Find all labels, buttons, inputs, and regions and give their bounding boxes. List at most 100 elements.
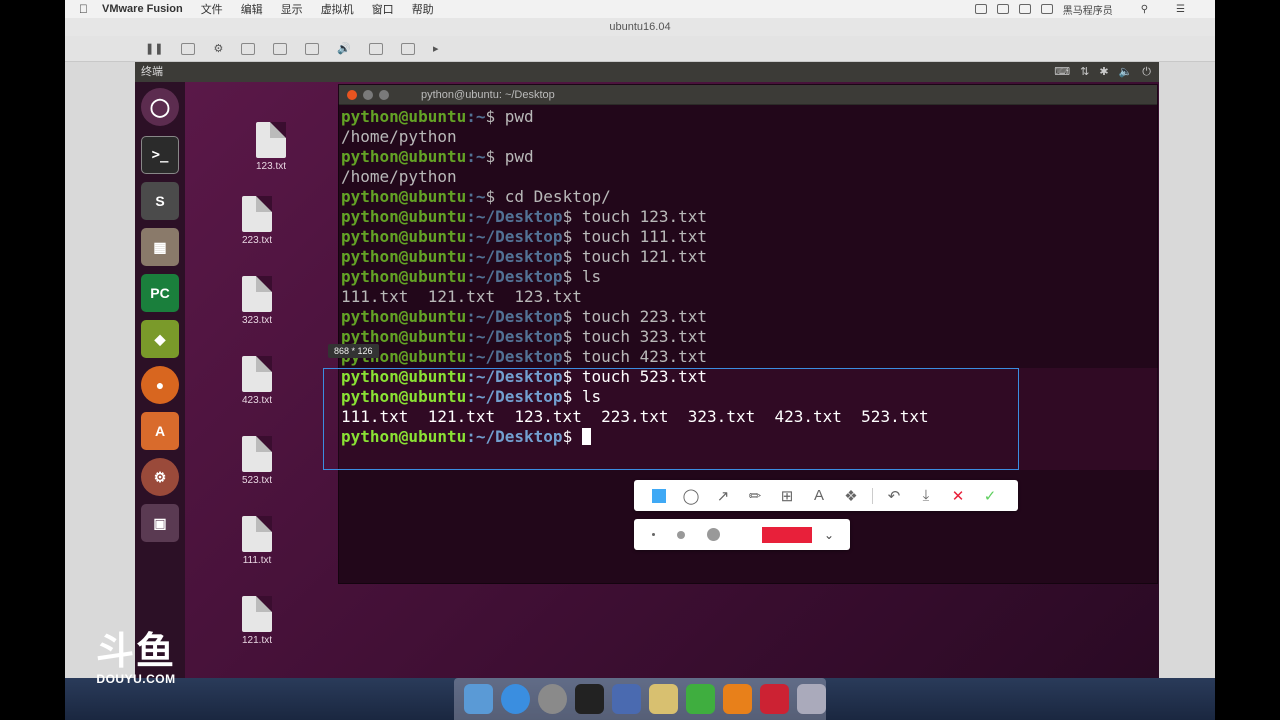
menu-window[interactable]: 窗口 xyxy=(372,1,394,17)
location-icon[interactable] xyxy=(996,4,1009,14)
menu-edit[interactable]: 编辑 xyxy=(241,1,263,17)
ellipse-icon[interactable]: ◯ xyxy=(680,485,702,507)
command-text: $ touch 223.txt xyxy=(562,307,708,326)
trash-icon[interactable] xyxy=(797,684,826,714)
sublime-icon[interactable]: S xyxy=(141,182,179,220)
vm-window-title: ubuntu16.04 xyxy=(65,18,1215,36)
sound-icon[interactable]: 🔊 xyxy=(337,42,351,55)
arrow-icon[interactable]: ↗ xyxy=(712,485,734,507)
vmware-status-icon[interactable] xyxy=(974,4,987,14)
size-medium-option[interactable] xyxy=(677,530,685,539)
archive-icon[interactable]: ◆ xyxy=(141,320,179,358)
pycharm-icon[interactable]: PC xyxy=(141,274,179,312)
desktop-file[interactable]: 323.txt xyxy=(227,276,287,326)
chevron-down-icon[interactable]: ⌄ xyxy=(824,528,834,542)
spotlight-icon[interactable]: ⚲ xyxy=(1141,4,1148,15)
desktop-file-label: 121.txt xyxy=(241,635,273,646)
prompt-path: :~/Desktop xyxy=(466,207,563,226)
disk-icon[interactable] xyxy=(273,42,288,55)
usb-icon[interactable] xyxy=(401,42,416,55)
color-swatch[interactable] xyxy=(762,526,812,543)
maximize-window-icon[interactable] xyxy=(379,90,389,100)
terminal-dock-icon[interactable] xyxy=(575,684,604,714)
undo-icon[interactable]: ↶ xyxy=(883,485,905,507)
desktop-file-label: 223.txt xyxy=(241,235,273,246)
settings-icon[interactable]: ⚙ xyxy=(213,42,223,55)
camera-icon[interactable] xyxy=(369,42,384,55)
prompt-user: python@ubuntu xyxy=(341,267,467,286)
terminal-line: python@ubuntu:~/Desktop$ touch 323.txt xyxy=(341,327,1157,347)
tag-icon[interactable]: ❖ xyxy=(840,485,862,507)
network-indicator-icon[interactable]: ⇅ xyxy=(1080,62,1089,82)
prompt-user: python@ubuntu xyxy=(341,307,467,326)
prompt-path: :~/Desktop xyxy=(466,327,563,346)
prompt-path: :~/Desktop xyxy=(466,247,563,266)
snapshot-icon[interactable] xyxy=(181,42,196,55)
workspaces-icon[interactable]: ▣ xyxy=(141,504,179,542)
menu-vm[interactable]: 虚拟机 xyxy=(321,1,354,17)
volume-icon[interactable]: 🔈 xyxy=(1119,62,1133,82)
pause-icon[interactable]: ❚❚ xyxy=(145,42,163,55)
vlc-icon[interactable] xyxy=(723,684,752,714)
apple-icon[interactable]:  xyxy=(79,2,88,16)
status-area: 黑马程序员 ⚲ ☰ xyxy=(974,0,1203,18)
desktop-file[interactable]: 223.txt xyxy=(227,196,287,246)
firefox-icon[interactable]: ● xyxy=(141,366,179,404)
text-icon[interactable]: A xyxy=(808,485,830,507)
brush-icon[interactable]: ✏ xyxy=(744,485,766,507)
dash-icon[interactable]: ◯ xyxy=(141,88,179,126)
safari-icon[interactable] xyxy=(501,684,530,714)
keyboard-icon[interactable]: ⌨ xyxy=(1054,62,1070,82)
menu-file[interactable]: 文件 xyxy=(201,1,223,17)
vmware-dock-icon[interactable] xyxy=(760,684,789,714)
terminal-titlebar[interactable]: python@ubuntu: ~/Desktop xyxy=(339,85,1157,105)
prompt-user: python@ubuntu xyxy=(341,227,467,246)
screenshot-selection[interactable] xyxy=(323,368,1019,470)
printer-icon[interactable] xyxy=(305,42,320,55)
launchpad-icon[interactable] xyxy=(538,684,567,714)
ubuntu-top-title: 终端 xyxy=(141,66,163,78)
desktop-file-label: 523.txt xyxy=(241,475,273,486)
terminal-launcher-icon[interactable]: >_ xyxy=(141,136,179,174)
terminal-line: python@ubuntu:~/Desktop$ ls xyxy=(341,267,1157,287)
size-small-option[interactable] xyxy=(652,533,655,536)
desktop-file[interactable]: 123.txt xyxy=(241,122,301,172)
system-settings-icon[interactable]: ⚙ xyxy=(141,458,179,496)
xmind-icon[interactable] xyxy=(686,684,715,714)
app-store-icon[interactable] xyxy=(612,684,641,714)
menu-app-name[interactable]: VMware Fusion xyxy=(102,3,183,15)
more-icon[interactable]: ▸ xyxy=(433,42,439,55)
rectangle-icon[interactable] xyxy=(648,485,670,507)
close-icon[interactable]: ✕ xyxy=(947,485,969,507)
desktop-file[interactable]: 111.txt xyxy=(227,516,287,566)
mosaic-icon[interactable]: ⊞ xyxy=(776,485,798,507)
power-icon[interactable]: ⏻ xyxy=(1142,62,1151,82)
desktop-file-label: 423.txt xyxy=(241,395,273,406)
close-window-icon[interactable] xyxy=(347,90,357,100)
mac-menubar:  VMware Fusion 文件 编辑 显示 虚拟机 窗口 帮助 黑马程序员… xyxy=(65,0,1215,18)
textedit-icon[interactable] xyxy=(649,684,678,714)
command-text: $ ls xyxy=(562,267,602,286)
download-icon[interactable]: ⤓ xyxy=(915,485,937,507)
menu-help[interactable]: 帮助 xyxy=(412,1,434,17)
network-icon[interactable] xyxy=(241,42,256,55)
minimize-window-icon[interactable] xyxy=(363,90,373,100)
software-center-icon[interactable]: A xyxy=(141,412,179,450)
bluetooth-icon[interactable]: ✱ xyxy=(1099,62,1108,82)
prompt-path: :~ xyxy=(466,187,486,206)
screenshot-icon[interactable] xyxy=(1018,4,1031,14)
command-text: $ pwd xyxy=(485,147,534,166)
confirm-icon[interactable]: ✓ xyxy=(979,485,1001,507)
size-large-option[interactable] xyxy=(707,528,720,541)
terminal-line: python@ubuntu:~/Desktop$ touch 423.txt xyxy=(341,347,1157,367)
menu-view[interactable]: 显示 xyxy=(281,1,303,17)
desktop-file[interactable]: 121.txt xyxy=(227,596,287,646)
desktop-file[interactable]: 423.txt xyxy=(227,356,287,406)
finder-icon[interactable] xyxy=(464,684,493,714)
terminal-line: python@ubuntu:~/Desktop$ touch 121.txt xyxy=(341,247,1157,267)
battery-icon[interactable] xyxy=(1040,4,1053,14)
files-icon[interactable]: ▦ xyxy=(141,228,179,266)
menubar-user[interactable]: 黑马程序员 xyxy=(1063,2,1113,17)
desktop-file[interactable]: 523.txt xyxy=(227,436,287,486)
menu-list-icon[interactable]: ☰ xyxy=(1176,4,1185,15)
